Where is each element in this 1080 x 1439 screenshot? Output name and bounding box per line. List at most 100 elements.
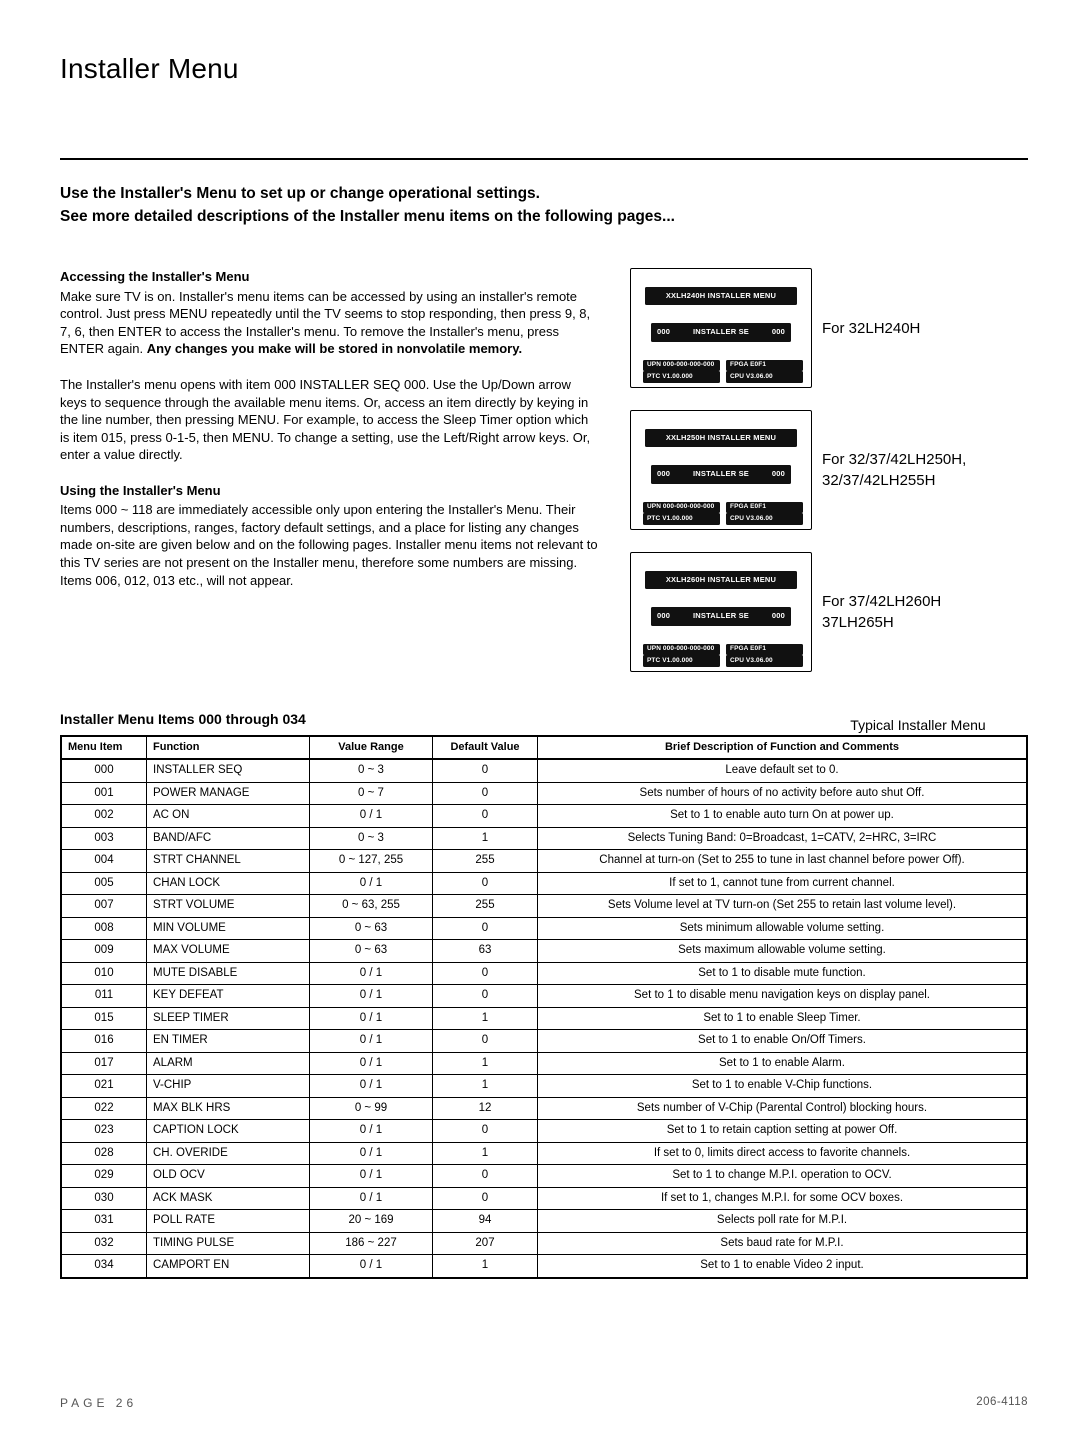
- cell-default-value: 63: [433, 940, 538, 963]
- cell-value-range: 20 ~ 169: [310, 1210, 433, 1233]
- cell-description: Sets number of V-Chip (Parental Control)…: [538, 1097, 1028, 1120]
- cell-description: Set to 1 to enable auto turn On at power…: [538, 805, 1028, 828]
- menu-footer-fpga: FPGA E0F1: [726, 644, 803, 656]
- cell-default-value: 0: [433, 985, 538, 1008]
- table-row: 017ALARM0 / 11Set to 1 to enable Alarm.: [61, 1052, 1027, 1075]
- cell-menu-item: 016: [61, 1030, 147, 1053]
- table-title: Installer Menu Items 000 through 034: [60, 710, 306, 729]
- menu-block: XXLH240H INSTALLER MENU 000INSTALLER SE00…: [616, 268, 1016, 388]
- menu-footer-ptc: PTC V1.00.000: [643, 655, 720, 667]
- cell-default-value: 0: [433, 782, 538, 805]
- menu-line-left: 000: [657, 327, 670, 337]
- cell-menu-item: 031: [61, 1210, 147, 1233]
- menu-card-header: XXLH250H INSTALLER MENU: [645, 429, 797, 447]
- menu-footer-fpga: FPGA E0F1: [726, 360, 803, 372]
- cell-menu-item: 017: [61, 1052, 147, 1075]
- cell-value-range: 0 ~ 127, 255: [310, 850, 433, 873]
- cell-value-range: 0 / 1: [310, 805, 433, 828]
- cell-menu-item: 011: [61, 985, 147, 1008]
- cell-default-value: 1: [433, 1255, 538, 1278]
- cell-value-range: 0 / 1: [310, 1052, 433, 1075]
- cell-default-value: 0: [433, 1030, 538, 1053]
- cell-function: OLD OCV: [147, 1165, 310, 1188]
- cell-value-range: 0 / 1: [310, 1255, 433, 1278]
- cell-default-value: 255: [433, 895, 538, 918]
- table-row: 000INSTALLER SEQ0 ~ 30Leave default set …: [61, 759, 1027, 782]
- cell-function: MAX BLK HRS: [147, 1097, 310, 1120]
- cell-menu-item: 029: [61, 1165, 147, 1188]
- cell-value-range: 0 ~ 3: [310, 759, 433, 782]
- cell-function: V-CHIP: [147, 1075, 310, 1098]
- cell-default-value: 1: [433, 1142, 538, 1165]
- cell-description: Leave default set to 0.: [538, 759, 1028, 782]
- cell-menu-item: 021: [61, 1075, 147, 1098]
- cell-value-range: 0 / 1: [310, 1030, 433, 1053]
- cell-menu-item: 023: [61, 1120, 147, 1143]
- cell-description: Set to 1 to enable V-Chip functions.: [538, 1075, 1028, 1098]
- cell-description: Set to 1 to enable Sleep Timer.: [538, 1007, 1028, 1030]
- table-row: 030ACK MASK0 / 10If set to 1, changes M.…: [61, 1187, 1027, 1210]
- cell-description: Set to 1 to enable Alarm.: [538, 1052, 1028, 1075]
- cell-default-value: 0: [433, 1165, 538, 1188]
- cell-function: SLEEP TIMER: [147, 1007, 310, 1030]
- cell-default-value: 94: [433, 1210, 538, 1233]
- page-title: Installer Menu: [60, 50, 1028, 88]
- menu-card-header: XXLH240H INSTALLER MENU: [645, 287, 797, 305]
- cell-default-value: 255: [433, 850, 538, 873]
- cell-default-value: 0: [433, 759, 538, 782]
- th-description: Brief Description of Function and Commen…: [538, 736, 1028, 759]
- cell-function: CAPTION LOCK: [147, 1120, 310, 1143]
- cell-default-value: 0: [433, 917, 538, 940]
- menu-footer-ptc: PTC V1.00.000: [643, 371, 720, 383]
- cell-function: ALARM: [147, 1052, 310, 1075]
- left-column: Accessing the Installer's Menu Make sure…: [60, 268, 600, 607]
- page-number: PAGE 26: [60, 1395, 137, 1411]
- menu-footer-ptc: PTC V1.00.000: [643, 513, 720, 525]
- menu-footer-fpga: FPGA E0F1: [726, 502, 803, 514]
- th-value-range: Value Range: [310, 736, 433, 759]
- menu-line-left: 000: [657, 469, 670, 479]
- menu-card: XXLH250H INSTALLER MENU 000INSTALLER SE00…: [630, 410, 812, 530]
- cell-value-range: 0 ~ 3: [310, 827, 433, 850]
- cell-function: EN TIMER: [147, 1030, 310, 1053]
- cell-description: If set to 1, cannot tune from current ch…: [538, 872, 1028, 895]
- cell-function: ACK MASK: [147, 1187, 310, 1210]
- cell-menu-item: 010: [61, 962, 147, 985]
- cell-value-range: 0 / 1: [310, 1120, 433, 1143]
- cell-function: CAMPORT EN: [147, 1255, 310, 1278]
- cell-value-range: 0 / 1: [310, 985, 433, 1008]
- using-heading: Using the Installer's Menu: [60, 482, 600, 500]
- table-row: 032TIMING PULSE186 ~ 227207Sets baud rat…: [61, 1232, 1027, 1255]
- cell-value-range: 0 / 1: [310, 872, 433, 895]
- menu-card-footer: UPN 000-000-000-000PTC V1.00.000 FPGA E0F…: [643, 360, 803, 384]
- cell-description: Set to 1 to disable mute function.: [538, 962, 1028, 985]
- cell-value-range: 0 ~ 63, 255: [310, 895, 433, 918]
- menu-footer-cpu: CPU V3.06.00: [726, 655, 803, 667]
- th-default-value: Default Value: [433, 736, 538, 759]
- th-menu-item: Menu Item: [61, 736, 147, 759]
- menu-model-label: For 37/42LH260H 37LH265H: [812, 591, 1016, 633]
- table-row: 023CAPTION LOCK0 / 10Set to 1 to retain …: [61, 1120, 1027, 1143]
- cell-value-range: 0 / 1: [310, 1187, 433, 1210]
- cell-description: If set to 0, limits direct access to fav…: [538, 1142, 1028, 1165]
- document-id: 206-4118: [976, 1395, 1028, 1411]
- cell-menu-item: 028: [61, 1142, 147, 1165]
- menu-card-line: 000INSTALLER SE000: [651, 323, 791, 341]
- cell-function: BAND/AFC: [147, 827, 310, 850]
- cell-menu-item: 022: [61, 1097, 147, 1120]
- rule: [60, 158, 1028, 160]
- intro-line-2: See more detailed descriptions of the In…: [60, 208, 675, 225]
- menu-footer-upn: UPN 000-000-000-000: [643, 502, 720, 514]
- cell-menu-item: 002: [61, 805, 147, 828]
- cell-default-value: 0: [433, 1120, 538, 1143]
- access-p1-bold: Any changes you make will be stored in n…: [147, 341, 522, 356]
- cell-description: Set to 1 to enable On/Off Timers.: [538, 1030, 1028, 1053]
- cell-description: Sets minimum allowable volume setting.: [538, 917, 1028, 940]
- menu-card-line: 000INSTALLER SE000: [651, 465, 791, 483]
- access-heading: Accessing the Installer's Menu: [60, 268, 600, 286]
- intro-text: Use the Installer's Menu to set up or ch…: [60, 182, 1028, 229]
- menu-footer-upn: UPN 000-000-000-000: [643, 360, 720, 372]
- table-header-row: Menu Item Function Value Range Default V…: [61, 736, 1027, 759]
- cell-description: Set to 1 to change M.P.I. operation to O…: [538, 1165, 1028, 1188]
- right-column: XXLH240H INSTALLER MENU 000INSTALLER SE00…: [616, 268, 1016, 694]
